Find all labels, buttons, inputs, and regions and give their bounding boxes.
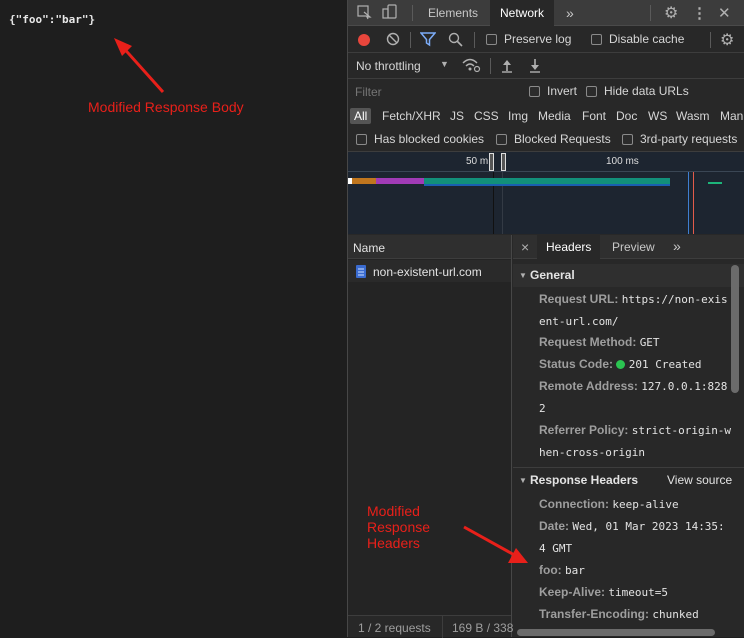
annotation-arrows [114,38,528,563]
